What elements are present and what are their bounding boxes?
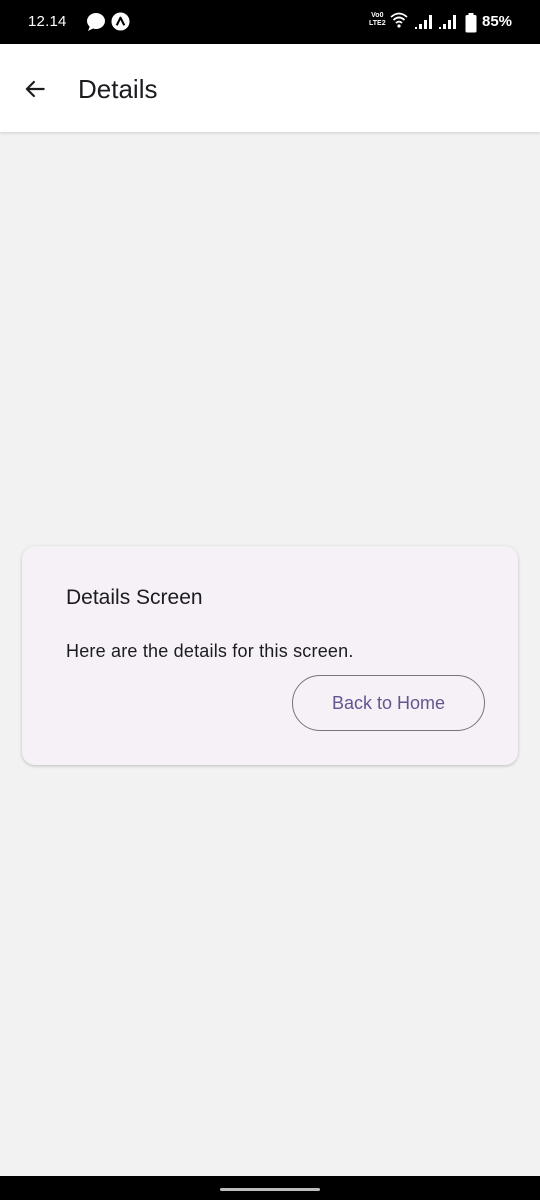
details-card: Details Screen Here are the details for … (22, 546, 518, 765)
battery-percentage: 85% (482, 13, 513, 30)
status-bar: 12.14 Vo0 LTE2 85% (0, 0, 540, 44)
message-icon (87, 13, 105, 31)
volte-icon: Vo0 LTE2 (369, 12, 386, 27)
page-title: Details (78, 74, 158, 104)
status-time: 12.14 (28, 13, 67, 30)
signal-icon (439, 15, 456, 29)
battery-icon (465, 13, 477, 33)
app-bar: Details (0, 44, 540, 132)
wifi-icon (390, 12, 408, 28)
card-body-text: Here are the details for this screen. (66, 641, 354, 661)
home-indicator[interactable] (220, 1188, 320, 1191)
card-title: Details Screen (66, 586, 203, 609)
signal-icon (415, 15, 432, 29)
arrow-back-icon[interactable] (22, 76, 48, 102)
back-to-home-button[interactable]: Back to Home (292, 675, 485, 731)
navigation-bar (0, 1176, 540, 1200)
app-notification-icon (111, 12, 130, 31)
